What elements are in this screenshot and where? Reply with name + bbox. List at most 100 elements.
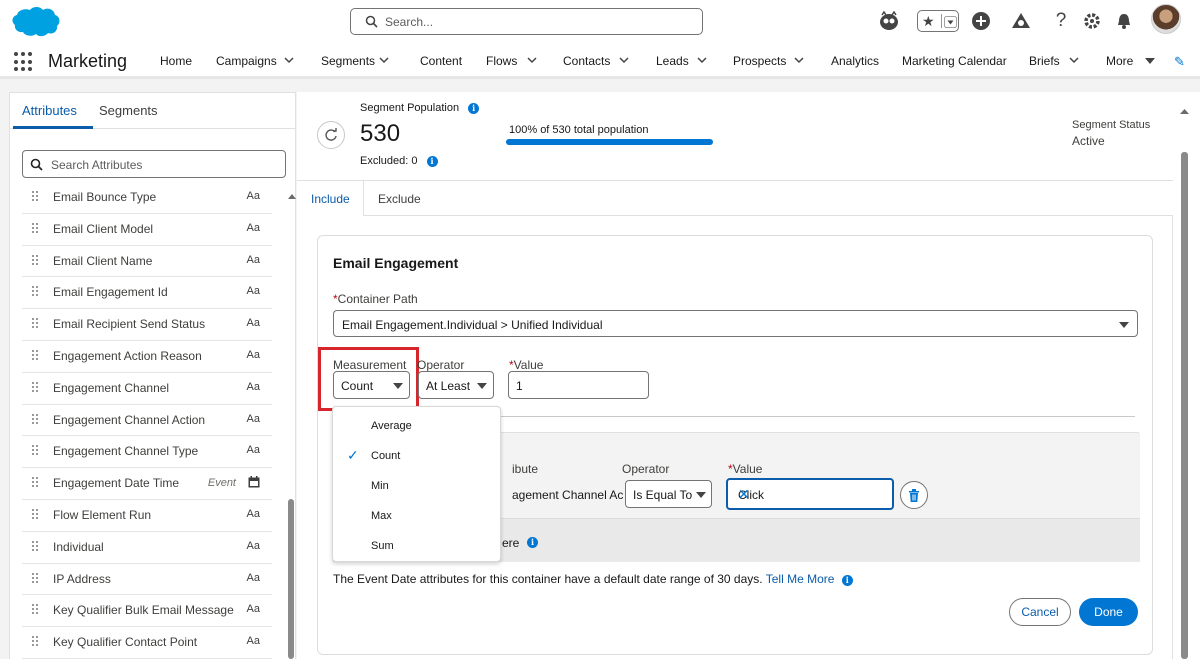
- attribute-list-item[interactable]: Email Recipient Send Status Aa: [22, 309, 272, 341]
- inner-operator-select[interactable]: Is Equal To: [625, 480, 712, 508]
- tab-include[interactable]: Include: [297, 181, 364, 216]
- attribute-list-item[interactable]: Flow Element Run Aa: [22, 500, 272, 532]
- refresh-icon: [325, 128, 337, 141]
- inner-value-input[interactable]: Click ✕: [726, 478, 894, 510]
- notification-bell-icon[interactable]: [1110, 7, 1138, 35]
- attribute-list-item[interactable]: Individual Aa: [22, 532, 272, 564]
- chevron-down-icon[interactable]: [527, 55, 537, 65]
- text-type-icon: Aa: [246, 285, 260, 298]
- clear-icon[interactable]: ✕: [738, 486, 884, 503]
- setup-gear-icon[interactable]: [1078, 7, 1106, 35]
- attribute-list-item[interactable]: IP Address Aa: [22, 564, 272, 596]
- nav-item-contacts[interactable]: Contacts: [563, 54, 610, 68]
- drag-handle-icon[interactable]: [32, 445, 40, 457]
- drag-handle-icon[interactable]: [32, 413, 40, 426]
- nav-item-leads[interactable]: Leads: [656, 54, 689, 68]
- container-path-label-text: Container Path: [337, 292, 418, 306]
- drag-handle-icon[interactable]: [32, 349, 40, 362]
- drag-handle-icon[interactable]: [32, 254, 40, 267]
- cancel-button[interactable]: Cancel: [1009, 598, 1071, 626]
- nav-item-briefs[interactable]: Briefs: [1029, 54, 1060, 68]
- tab-segments[interactable]: Segments: [99, 103, 158, 118]
- drag-handle-icon[interactable]: [32, 604, 40, 616]
- avatar[interactable]: [1151, 4, 1181, 34]
- tab-exclude[interactable]: Exclude: [378, 192, 421, 206]
- attribute-list-scrollbar[interactable]: [288, 499, 294, 659]
- measurement-option[interactable]: ✓ Count: [333, 442, 500, 472]
- chevron-down-icon[interactable]: [379, 55, 389, 65]
- drag-handle-icon[interactable]: [32, 636, 40, 648]
- global-search-input[interactable]: Search...: [350, 8, 703, 35]
- segment-status-value: Active: [1072, 134, 1105, 148]
- attribute-label: Engagement Action Reason: [53, 348, 202, 363]
- attribute-list-item[interactable]: Email Client Model Aa: [22, 214, 272, 246]
- value-input-value: 1: [516, 379, 523, 393]
- chevron-down-icon[interactable]: [697, 55, 707, 65]
- edit-pencil-icon[interactable]: ✎: [1174, 54, 1185, 70]
- chevron-down-icon[interactable]: [619, 55, 629, 65]
- nav-item-analytics[interactable]: Analytics: [831, 54, 879, 68]
- measurement-option[interactable]: Sum: [333, 532, 500, 562]
- attribute-list-item[interactable]: Key Qualifier Bulk Email Message Aa: [22, 595, 272, 628]
- tab-attributes[interactable]: Attributes: [22, 103, 77, 118]
- attribute-list-item[interactable]: Engagement Channel Aa: [22, 373, 272, 405]
- add-icon[interactable]: [967, 7, 995, 35]
- attribute-list-item[interactable]: Engagement Channel Type Aa: [22, 436, 272, 469]
- app-launcher-icon[interactable]: [14, 52, 34, 72]
- nav-item-segments[interactable]: Segments: [321, 54, 375, 68]
- refresh-population-button[interactable]: [317, 121, 345, 149]
- drag-handle-icon[interactable]: [32, 572, 40, 585]
- delete-filter-button[interactable]: [900, 481, 928, 509]
- nav-item-content[interactable]: Content: [420, 54, 462, 68]
- attribute-list-item[interactable]: Email Client Name Aa: [22, 246, 272, 278]
- value-input[interactable]: 1: [508, 371, 649, 399]
- attribute-search-input[interactable]: Search Attributes: [22, 150, 286, 178]
- attribute-list-item[interactable]: Email Bounce Type Aa: [22, 182, 272, 214]
- nav-item-prospects[interactable]: Prospects: [733, 54, 786, 68]
- scroll-up-icon[interactable]: [288, 193, 296, 201]
- attribute-list-item[interactable]: Engagement Action Reason Aa: [22, 341, 272, 373]
- canvas-scrollbar[interactable]: [1181, 152, 1188, 659]
- chevron-down-icon[interactable]: [1069, 55, 1079, 65]
- info-icon[interactable]: i: [527, 537, 538, 548]
- attribute-label: Engagement Date Time: [53, 476, 180, 491]
- drag-handle-icon[interactable]: [32, 191, 40, 203]
- nav-item-more[interactable]: More: [1106, 54, 1133, 68]
- drag-handle-icon[interactable]: [32, 540, 40, 553]
- attribute-list-item[interactable]: Email Engagement Id Aa: [22, 277, 272, 310]
- measurement-option[interactable]: Average: [333, 412, 500, 442]
- measurement-option[interactable]: Min: [333, 472, 500, 502]
- tell-me-more-link[interactable]: Tell Me More: [766, 572, 835, 586]
- info-icon[interactable]: i: [468, 103, 480, 114]
- drag-handle-icon[interactable]: [32, 286, 40, 298]
- drag-handle-icon[interactable]: [32, 381, 40, 394]
- einstein-icon[interactable]: [875, 7, 903, 35]
- operator-select[interactable]: At Least: [418, 371, 494, 399]
- favorites-icon[interactable]: ★: [917, 10, 959, 32]
- nav-item-campaigns[interactable]: Campaigns: [216, 54, 277, 68]
- salesforce-cloud-logo[interactable]: [9, 4, 61, 40]
- inner-value-label-text: Value: [732, 462, 763, 476]
- drag-handle-icon[interactable]: [32, 318, 40, 330]
- drag-handle-icon[interactable]: [32, 222, 40, 235]
- attribute-list-item[interactable]: Key Qualifier Contact Point Aa: [22, 627, 272, 659]
- nav-item-flows[interactable]: Flows: [486, 54, 517, 68]
- chevron-down-icon[interactable]: [284, 55, 294, 65]
- favorites-list-icon[interactable]: [944, 16, 957, 28]
- scroll-up-icon[interactable]: [1180, 108, 1189, 116]
- drag-handle-icon[interactable]: [32, 508, 40, 521]
- measurement-option[interactable]: Max: [333, 502, 500, 532]
- drag-handle-icon[interactable]: [32, 477, 40, 489]
- nav-item-marketing-calendar[interactable]: Marketing Calendar: [902, 54, 1007, 68]
- attribute-list-item[interactable]: Engagement Date Time Event: [22, 468, 272, 500]
- info-icon[interactable]: i: [841, 575, 853, 586]
- attribute-list-item[interactable]: Engagement Channel Action Aa: [22, 405, 272, 437]
- done-button[interactable]: Done: [1079, 598, 1138, 626]
- chevron-down-icon[interactable]: [794, 55, 804, 65]
- trailhead-icon[interactable]: [1007, 7, 1035, 35]
- container-path-select[interactable]: Email Engagement.Individual > Unified In…: [333, 310, 1138, 337]
- help-icon[interactable]: ?: [1047, 7, 1075, 35]
- caret-down-icon[interactable]: [1145, 56, 1155, 66]
- info-icon[interactable]: i: [426, 156, 438, 167]
- nav-item-home[interactable]: Home: [160, 54, 192, 68]
